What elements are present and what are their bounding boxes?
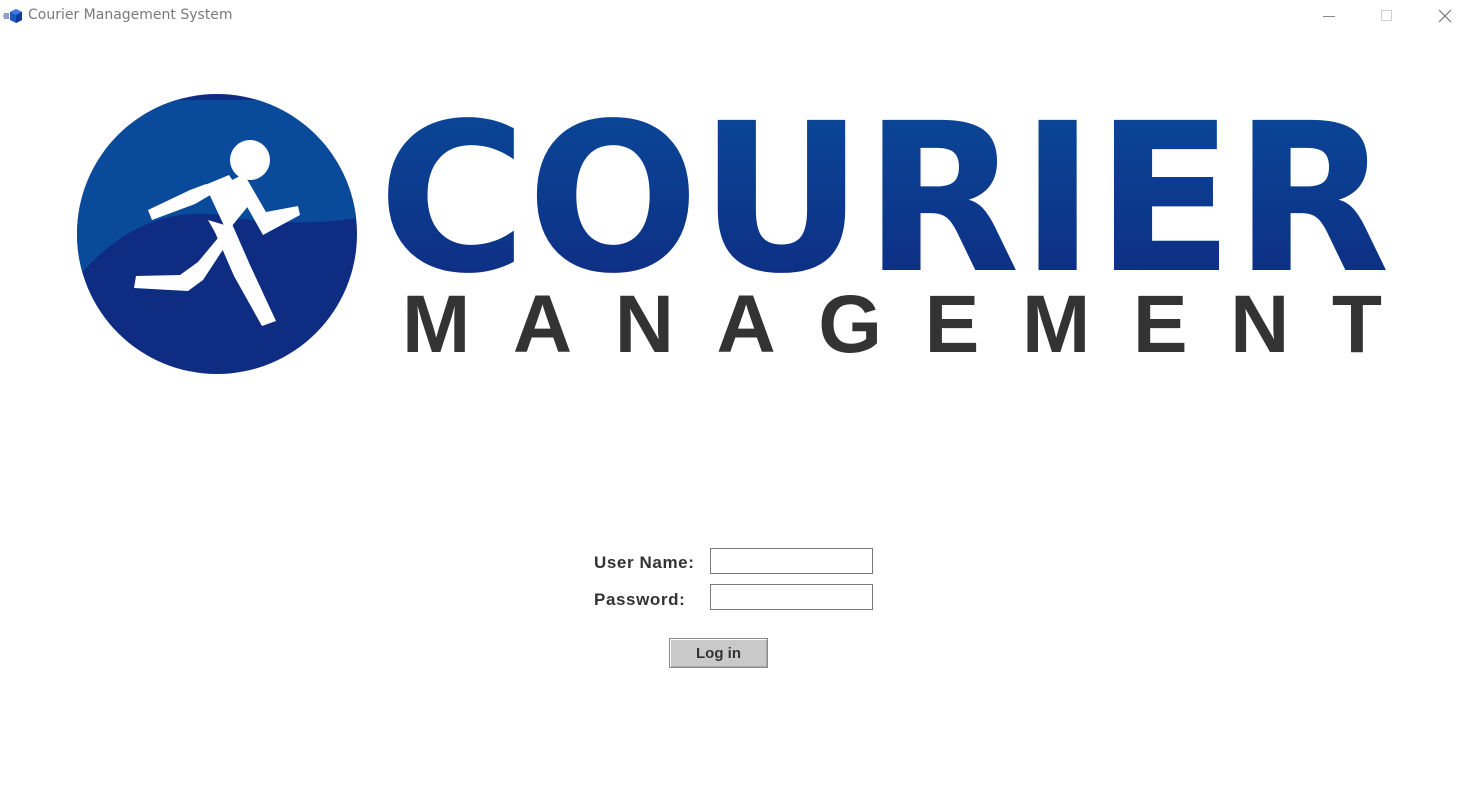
courier-management-logo: COURIER MANAGEMENT bbox=[77, 79, 1390, 374]
close-button[interactable] bbox=[1416, 0, 1471, 32]
maximize-button[interactable] bbox=[1358, 0, 1416, 32]
maximize-icon bbox=[1381, 10, 1392, 21]
title-bar[interactable]: Courier Management System bbox=[0, 0, 1471, 32]
login-button[interactable]: Log in bbox=[669, 638, 768, 668]
running-man-icon bbox=[77, 94, 357, 374]
close-icon bbox=[1438, 9, 1452, 23]
window-title: Courier Management System bbox=[28, 7, 233, 23]
minimize-button[interactable] bbox=[1300, 0, 1358, 32]
app-cube-icon bbox=[3, 9, 22, 23]
minimize-icon bbox=[1323, 16, 1335, 17]
login-window: Courier Management System COURIER MANAGE… bbox=[0, 0, 1471, 793]
password-label: Password: bbox=[594, 590, 686, 609]
username-label: User Name: bbox=[594, 553, 695, 572]
password-input[interactable] bbox=[710, 584, 873, 610]
username-input[interactable] bbox=[710, 548, 873, 574]
